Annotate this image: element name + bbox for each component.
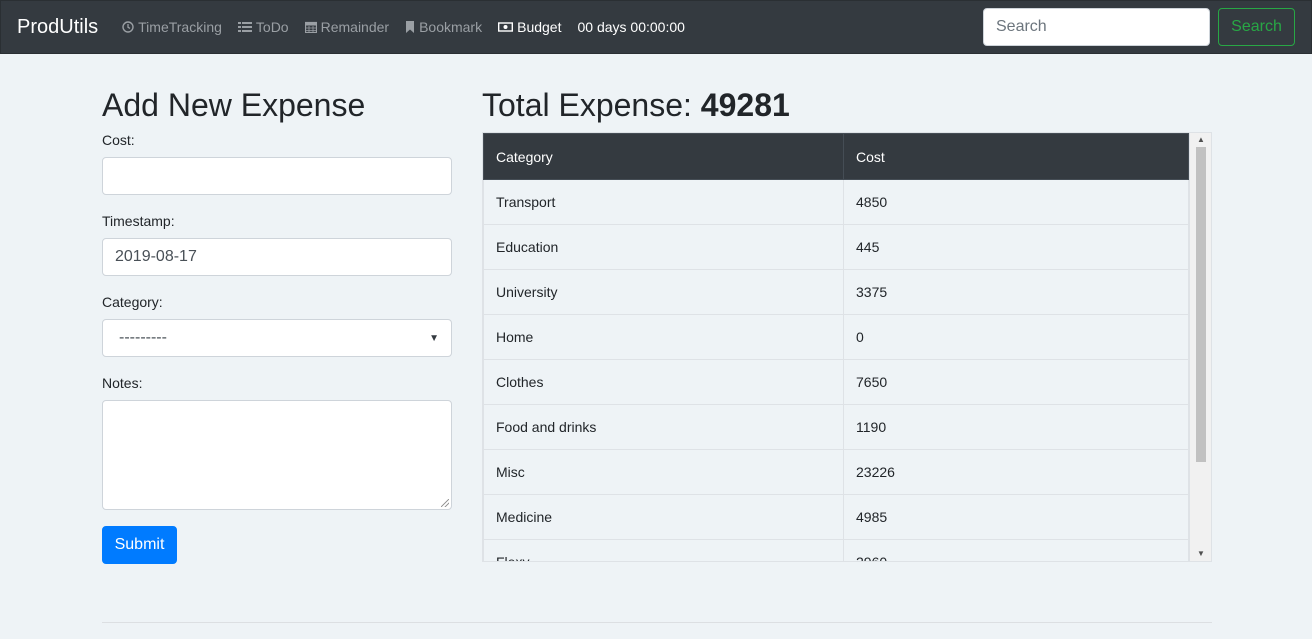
nav-link-timetracking[interactable]: TimeTracking (122, 19, 222, 35)
brand-logo[interactable]: ProdUtils (17, 16, 98, 39)
nav-link-label: Budget (517, 19, 562, 35)
nav-link-bookmark[interactable]: Bookmark (405, 19, 482, 35)
cost-cell: 7650 (843, 359, 1189, 405)
resize-handle-icon[interactable] (441, 499, 449, 507)
scrollbar-thumb[interactable] (1196, 147, 1206, 462)
nav-link-label: TimeTracking (138, 19, 222, 35)
table-header-row: Category Cost (483, 133, 1189, 180)
clock-icon (122, 21, 134, 33)
category-cell: Transport (483, 179, 844, 225)
expense-table: Category Cost Transport 4850 Education 445… (483, 133, 1189, 561)
cost-cell: 0 (843, 314, 1189, 360)
scroll-up-arrow-icon[interactable]: ▲ (1190, 133, 1211, 147)
category-label: Category: (102, 294, 163, 310)
cost-label: Cost: (102, 132, 135, 148)
nav-search: Search (983, 8, 1295, 46)
category-cell: Food and drinks (483, 404, 844, 450)
table-row: Flexy 2960 (483, 539, 1189, 561)
notes-label: Notes: (102, 375, 143, 391)
table-row: Transport 4850 (483, 179, 1189, 225)
table-row: Food and drinks 1190 (483, 404, 1189, 450)
search-button[interactable]: Search (1218, 8, 1295, 46)
category-cell: Clothes (483, 359, 844, 405)
timestamp-value: 2019-08-17 (115, 248, 197, 265)
timestamp-label: Timestamp: (102, 213, 175, 229)
table-row: Home 0 (483, 314, 1189, 360)
category-select[interactable]: --------- ▼ (102, 319, 452, 357)
submit-button[interactable]: Submit (102, 526, 177, 564)
table-row: Medicine 4985 (483, 494, 1189, 540)
expense-table-container[interactable]: Category Cost Transport 4850 Education 445… (482, 132, 1212, 562)
main-content: Add New Expense Cost: Timestamp: 2019-08… (0, 54, 1312, 639)
session-timer: 00 days 00:00:00 (577, 19, 685, 35)
scroll-down-arrow-icon[interactable]: ▼ (1190, 547, 1211, 561)
category-cell: Education (483, 224, 844, 270)
cost-cell: 4850 (843, 179, 1189, 225)
top-navbar: ProdUtils TimeTracking ToDo Remainder Bo… (0, 0, 1312, 54)
total-expense-value: 49281 (700, 87, 790, 123)
total-expense-label: Total Expense: (482, 87, 701, 123)
table-row: University 3375 (483, 269, 1189, 315)
nav-link-label: ToDo (255, 19, 289, 35)
expense-summary: Total Expense: 49281 Category Cost Trans… (482, 86, 1212, 562)
notes-textarea[interactable] (102, 400, 452, 510)
cost-cell: 23226 (843, 449, 1189, 495)
category-selected-value: --------- (119, 329, 167, 346)
category-cell: University (483, 269, 844, 315)
caret-down-icon: ▼ (429, 332, 439, 344)
category-cell: Flexy (483, 539, 844, 561)
timestamp-input[interactable]: 2019-08-17 (102, 238, 452, 276)
search-input[interactable] (983, 8, 1210, 46)
cost-cell: 1190 (843, 404, 1189, 450)
list-icon (237, 22, 252, 32)
cost-cell: 2960 (843, 539, 1189, 561)
nav-link-budget[interactable]: Budget (498, 19, 561, 35)
nav-link-todo[interactable]: ToDo (237, 19, 289, 35)
table-row: Misc 23226 (483, 449, 1189, 495)
column-header-category: Category (483, 133, 844, 180)
calendar-icon (304, 21, 317, 33)
cost-input[interactable] (102, 157, 452, 195)
cost-cell: 4985 (843, 494, 1189, 540)
table-row: Education 445 (483, 224, 1189, 270)
column-header-cost: Cost (843, 133, 1189, 180)
form-title: Add New Expense (102, 87, 366, 123)
footer-divider (102, 622, 1212, 623)
category-cell: Home (483, 314, 844, 360)
nav-links: TimeTracking ToDo Remainder Bookmark Bud… (122, 19, 685, 35)
add-expense-form: Add New Expense Cost: Timestamp: 2019-08… (102, 86, 452, 564)
total-expense-heading: Total Expense: 49281 (482, 86, 1212, 124)
nav-link-label: Remainder (320, 19, 390, 35)
bookmark-icon (406, 21, 415, 33)
table-scrollbar[interactable]: ▲ ▼ (1189, 133, 1211, 561)
category-cell: Misc (483, 449, 844, 495)
cost-cell: 445 (843, 224, 1189, 270)
category-cell: Medicine (483, 494, 844, 540)
money-icon (498, 22, 514, 32)
table-row: Clothes 7650 (483, 359, 1189, 405)
cost-cell: 3375 (843, 269, 1189, 315)
nav-link-remainder[interactable]: Remainder (304, 19, 390, 35)
nav-link-label: Bookmark (419, 19, 483, 35)
